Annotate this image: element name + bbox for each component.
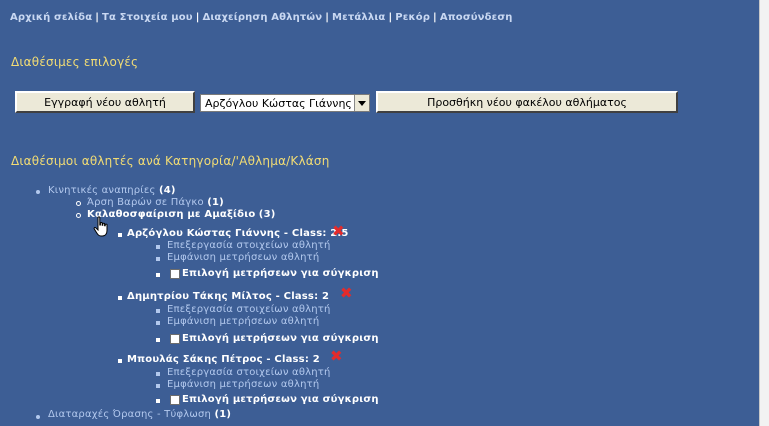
bullet-icon xyxy=(156,384,160,388)
compare-label: Επιλογή μετρήσεων για σύγκριση xyxy=(182,394,379,405)
category-count: (4) xyxy=(158,185,176,196)
bullet-icon xyxy=(156,321,160,325)
hand-cursor-icon xyxy=(93,216,108,237)
athletes-heading: Διαθέσιμοι αθλητές ανά Κατηγορία/'Αθλημα… xyxy=(11,154,330,168)
bullet-icon xyxy=(156,372,160,376)
chevron-down-icon[interactable] xyxy=(354,95,369,111)
show-measurements-link[interactable]: Εμφάνιση μετρήσεων αθλητή xyxy=(167,316,319,327)
main-frame: Αρχική σελίδα | Τα Στοιχεία μου | Διαχείρηση… xyxy=(0,0,759,426)
compare-label: Επιλογή μετρήσεων για σύγκριση xyxy=(182,333,379,344)
nav-medals-link[interactable]: Μετάλλια xyxy=(332,12,385,23)
nav-separator: | xyxy=(388,12,393,23)
sport-label[interactable]: Άρση Βαρών σε Πάγκο xyxy=(87,197,204,208)
bullet-icon xyxy=(156,273,160,277)
nav-logout-link[interactable]: Αποσύνδεση xyxy=(440,12,513,23)
bullet-icon xyxy=(156,245,160,249)
compare-label: Επιλογή μετρήσεων για σύγκριση xyxy=(182,268,379,279)
bullet-icon xyxy=(156,309,160,313)
nav-records-link[interactable]: Ρεκόρ xyxy=(395,12,430,23)
bullet-icon xyxy=(36,190,40,194)
edit-athlete-link[interactable]: Επεξεργασία στοιχείων αθλητή xyxy=(167,367,331,378)
athlete-name[interactable]: Δημητρίου Τάκης Μίλτος - Class: 2 xyxy=(127,291,329,302)
bullet-icon xyxy=(76,201,81,206)
edit-athlete-link[interactable]: Επεξεργασία στοιχείων αθλητή xyxy=(167,304,331,315)
bullet-icon xyxy=(156,257,160,261)
category-label[interactable]: Κινητικές αναπηρίες xyxy=(48,185,156,196)
bullet-icon xyxy=(156,338,160,342)
compare-checkbox[interactable] xyxy=(170,269,180,279)
category-item[interactable]: Κινητικές αναπηρίες (4) xyxy=(48,185,176,196)
options-heading: Διαθέσιμες επιλογές xyxy=(11,55,139,69)
athlete-select-value: Αρζόγλου Κώστας Γιάννης xyxy=(205,96,352,110)
new-athlete-button[interactable]: Εγγραφή νέου αθλητή xyxy=(15,91,195,113)
bullet-icon xyxy=(118,296,122,300)
athlete-name[interactable]: Μπουλάς Σάκης Πέτρος - Class: 2 xyxy=(127,354,320,365)
right-scrollbar-edge xyxy=(759,0,769,426)
category-count: (1) xyxy=(214,409,232,420)
athlete-select[interactable]: Αρζόγλου Κώστας Γιάννης xyxy=(200,94,370,112)
category-item[interactable]: Διαταραχές Όρασης - Τύφλωση (1) xyxy=(48,409,231,420)
nav-separator: | xyxy=(195,12,200,23)
delete-icon[interactable]: ✖ xyxy=(332,224,345,239)
sport-item[interactable]: Άρση Βαρών σε Πάγκο (1) xyxy=(87,197,224,208)
delete-icon[interactable]: ✖ xyxy=(330,349,343,364)
delete-icon[interactable]: ✖ xyxy=(340,286,353,301)
sport-item[interactable]: Καλαθοσφαίριση με Αμαξίδιο (3) xyxy=(87,209,276,220)
nav-home-link[interactable]: Αρχική σελίδα xyxy=(10,12,92,23)
add-sport-folder-button[interactable]: Προσθήκη νέου φακέλου αθλήματος xyxy=(376,91,678,113)
compare-checkbox[interactable] xyxy=(170,395,180,405)
nav-my-info-link[interactable]: Τα Στοιχεία μου xyxy=(102,12,193,23)
bullet-icon xyxy=(76,213,81,218)
sport-label[interactable]: Καλαθοσφαίριση με Αμαξίδιο xyxy=(87,209,255,220)
top-nav: Αρχική σελίδα | Τα Στοιχεία μου | Διαχείρηση… xyxy=(10,12,513,23)
nav-manage-athletes-link[interactable]: Διαχείρηση Αθλητών xyxy=(203,12,323,23)
athlete-name[interactable]: Αρζόγλου Κώστας Γιάννης - Class: 2.5 xyxy=(127,228,349,239)
nav-separator: | xyxy=(433,12,437,23)
sport-count: (3) xyxy=(258,209,276,220)
show-measurements-link[interactable]: Εμφάνιση μετρήσεων αθλητή xyxy=(167,252,319,263)
bullet-icon xyxy=(36,415,40,419)
compare-checkbox[interactable] xyxy=(170,334,180,344)
bullet-icon xyxy=(118,233,122,237)
sport-count: (1) xyxy=(207,197,224,208)
edit-athlete-link[interactable]: Επεξεργασία στοιχείων αθλητή xyxy=(167,240,331,251)
nav-separator: | xyxy=(95,12,100,23)
bullet-icon xyxy=(156,399,160,403)
nav-separator: | xyxy=(325,12,330,23)
category-label[interactable]: Διαταραχές Όρασης - Τύφλωση xyxy=(48,409,211,420)
show-measurements-link[interactable]: Εμφάνιση μετρήσεων αθλητή xyxy=(167,379,319,390)
bullet-icon xyxy=(118,359,122,363)
